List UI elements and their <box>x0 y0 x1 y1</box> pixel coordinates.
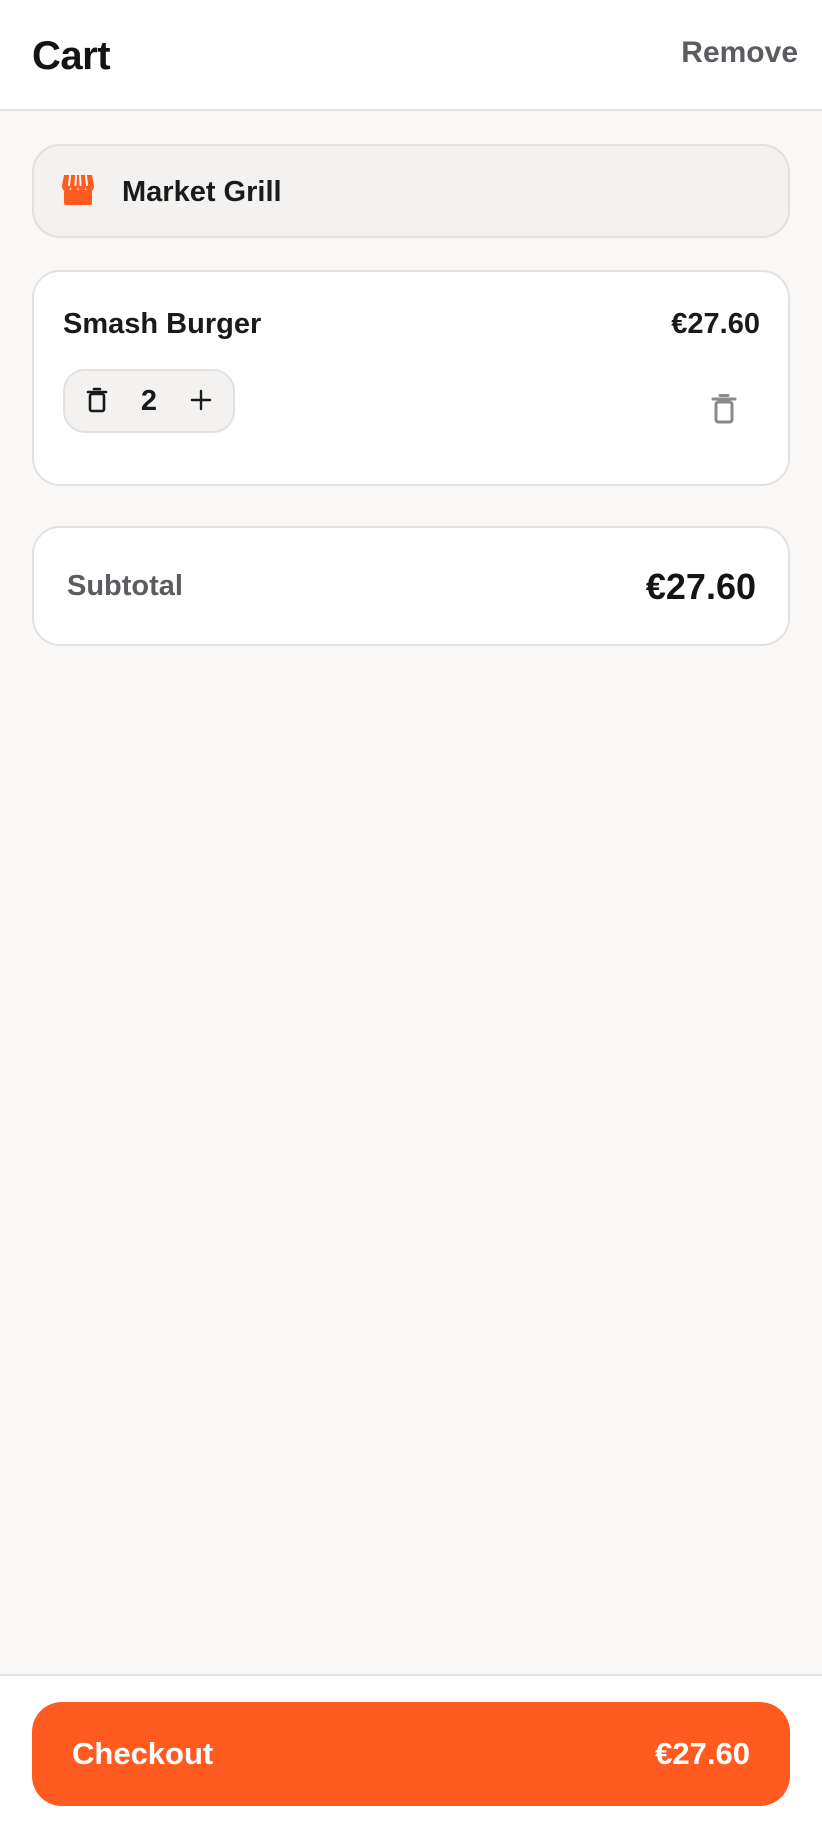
cart-item: Smash Burger €27.60 2 <box>32 270 790 486</box>
trash-icon <box>711 393 737 428</box>
decrement-button[interactable] <box>69 371 125 431</box>
trash-icon <box>86 387 108 416</box>
store-icon <box>61 174 95 206</box>
subtotal-value: €27.60 <box>645 566 756 607</box>
remove-all-button[interactable]: Remove <box>681 36 798 70</box>
checkout-button[interactable]: Checkout €27.60 <box>32 1702 790 1806</box>
subtotal-label: Subtotal <box>67 570 183 602</box>
increment-button[interactable] <box>173 371 229 431</box>
checkout-label: Checkout <box>72 1736 214 1771</box>
quantity-stepper: 2 <box>63 369 235 433</box>
page-title: Cart <box>32 34 111 78</box>
restaurant-name: Market Grill <box>122 176 282 208</box>
restaurant-card[interactable]: Market Grill <box>32 144 790 238</box>
plus-icon <box>190 389 212 414</box>
subtotal-card: Subtotal €27.60 <box>32 526 790 646</box>
quantity-value: 2 <box>140 385 158 417</box>
item-price: €27.60 <box>671 308 760 340</box>
cart-header: Cart Remove <box>0 0 822 111</box>
checkout-total: €27.60 <box>655 1736 750 1771</box>
cart-screen: Cart Remove Market Grill Smash Burger €2… <box>0 0 822 1828</box>
remove-item-button[interactable] <box>704 388 744 432</box>
item-name: Smash Burger <box>63 308 262 340</box>
checkout-footer: Checkout €27.60 <box>0 1674 822 1828</box>
